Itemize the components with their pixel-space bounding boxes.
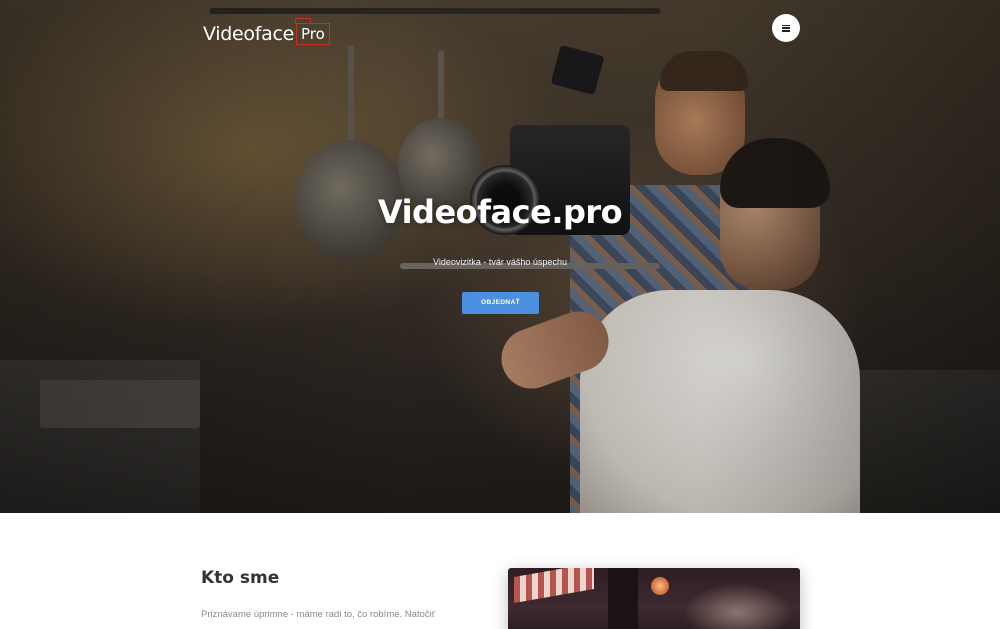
photo-lamp [651, 577, 669, 595]
logo-wordmark: Videoface [203, 23, 295, 45]
hero-section: Videoface Pro Videoface.pro Videovizitka… [0, 0, 1000, 513]
hamburger-icon [782, 24, 790, 32]
menu-button[interactable] [772, 14, 800, 42]
about-section: Kto sme Priznávame úprimne - máme radi t… [0, 513, 1000, 629]
photo-awning [514, 568, 594, 604]
photo-window-glow [683, 583, 793, 629]
site-logo[interactable]: Videoface Pro [203, 18, 330, 48]
hero-title: Videoface.pro [377, 193, 623, 231]
about-text: Priznávame úprimne - máme radi to, čo ro… [201, 609, 436, 620]
hero-subtitle: Videovizitka - tvár vášho úspechu [433, 257, 567, 267]
photo-building [608, 568, 638, 629]
order-button[interactable]: OBJEDNAŤ [462, 292, 539, 314]
logo-badge: Pro [295, 18, 330, 45]
about-title: Kto sme [201, 568, 280, 588]
about-photo [508, 568, 800, 629]
